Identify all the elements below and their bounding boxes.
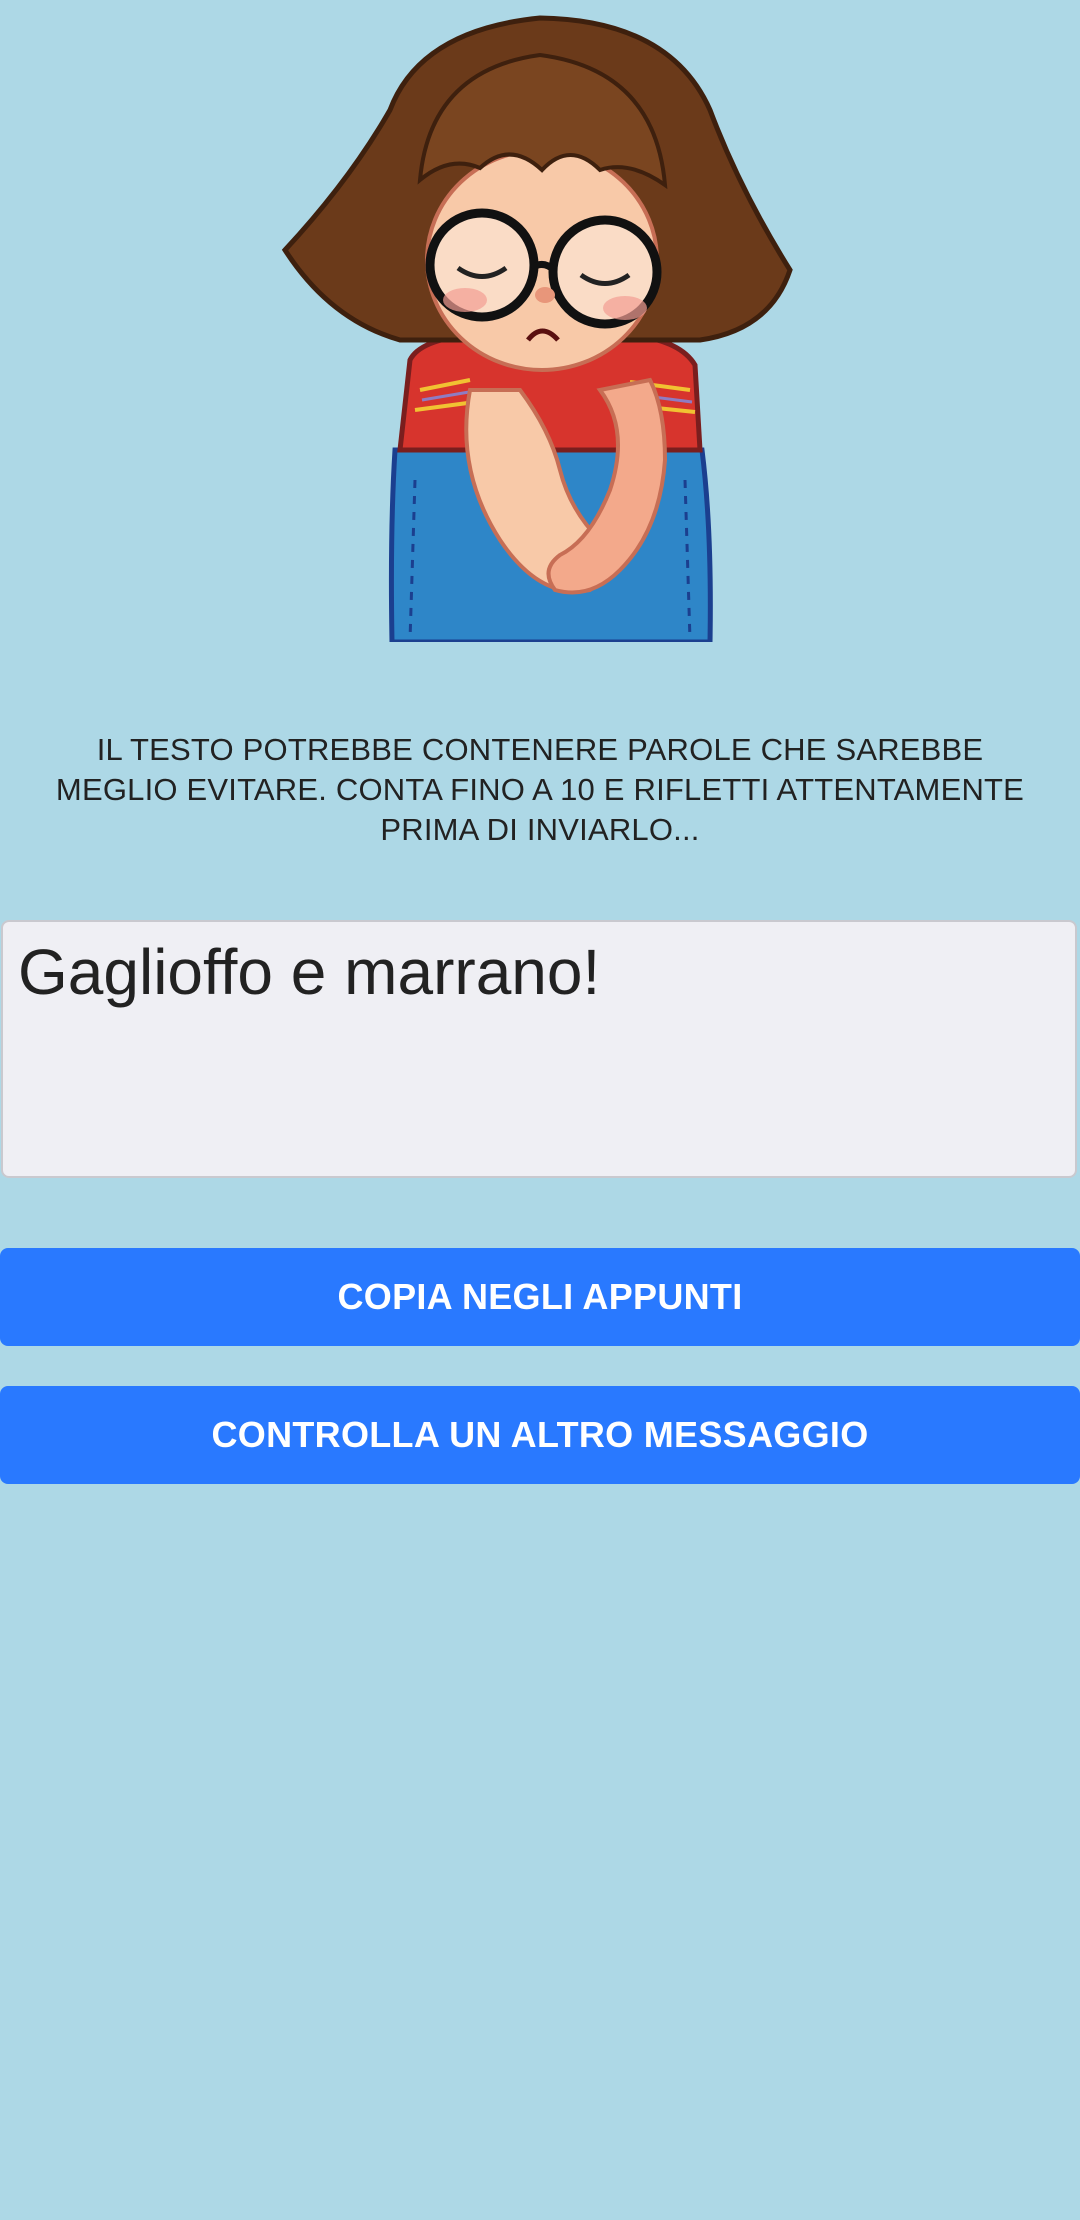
check-another-message-button[interactable]: CONTROLLA UN ALTRO MESSAGGIO — [0, 1386, 1080, 1484]
warning-message: IL TESTO POTREBBE CONTENERE PAROLE CHE S… — [55, 732, 1025, 847]
sad-girl-sticker-icon — [281, 15, 793, 642]
copy-to-clipboard-button[interactable]: COPIA NEGLI APPUNTI — [0, 1248, 1080, 1346]
screen: IL TESTO POTREBBE CONTENERE PAROLE CHE S… — [0, 0, 1080, 2220]
message-text-field[interactable]: Gaglioffo e marrano! — [1, 920, 1077, 1178]
